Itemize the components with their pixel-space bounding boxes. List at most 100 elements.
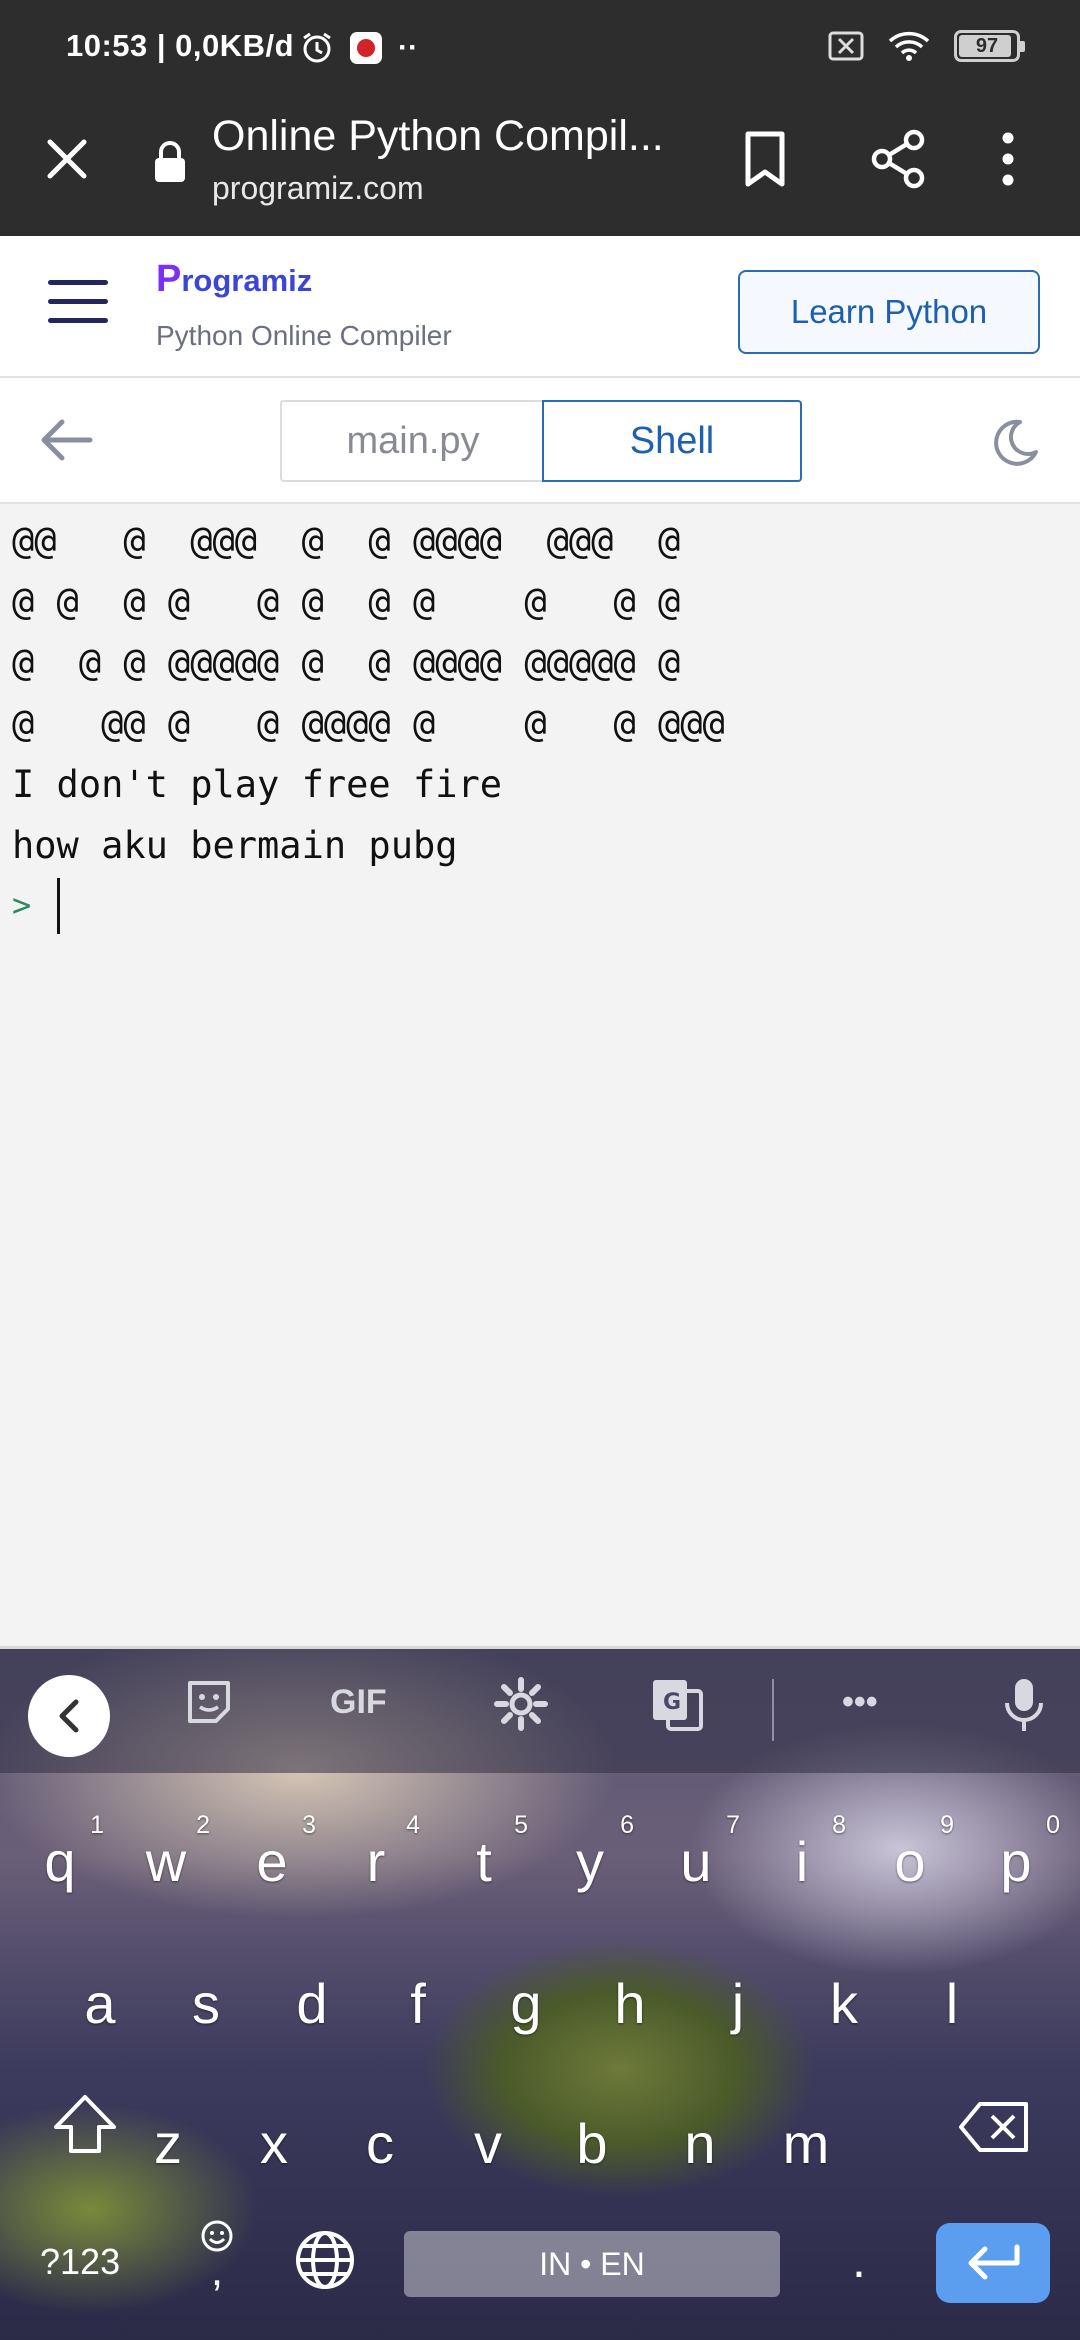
key-label: w [145, 1830, 187, 1893]
key-label: e [256, 1830, 288, 1893]
key-b[interactable]: b [542, 2111, 642, 2176]
key-s[interactable]: s [156, 1971, 256, 2036]
key-label: q [44, 1830, 76, 1893]
period-key[interactable]: . [852, 2231, 866, 2289]
settings-gear-icon[interactable] [494, 1677, 548, 1731]
key-number-hint: 3 [302, 1811, 316, 1839]
svg-text:G: G [663, 1690, 681, 1715]
backspace-icon[interactable] [958, 2101, 1030, 2153]
site-subtitle: Python Online Compiler [156, 320, 452, 351]
no-sim-icon [828, 31, 864, 61]
key-y[interactable]: y6 [540, 1811, 640, 1894]
shift-icon[interactable] [52, 2093, 118, 2155]
key-d[interactable]: d [262, 1971, 362, 2036]
key-number-hint: 5 [514, 1811, 528, 1839]
key-j[interactable]: j [688, 1971, 788, 2036]
key-t[interactable]: t5 [434, 1811, 534, 1894]
logo-text: rogramiz [181, 263, 313, 298]
key-number-hint: 9 [940, 1811, 954, 1839]
key-g[interactable]: g [476, 1971, 576, 2036]
key-number-hint: 8 [832, 1811, 846, 1839]
share-icon[interactable] [870, 128, 928, 190]
keyboard-toolbar: GIF G ••• [0, 1649, 1080, 1773]
back-arrow-icon[interactable] [36, 414, 94, 466]
key-l[interactable]: l [902, 1971, 1002, 2036]
console-output-line: @ @ @ @ @ @ @ @ @ @ @ [12, 580, 681, 623]
more-notifications-icon: ·· [398, 31, 418, 64]
language-globe-icon[interactable] [294, 2229, 356, 2291]
key-number-hint: 1 [90, 1811, 104, 1839]
text-cursor [57, 878, 60, 934]
comma-emoji-key[interactable]: , [200, 2219, 234, 2295]
app-notification-icon [350, 32, 382, 64]
gif-button[interactable]: GIF [330, 1683, 387, 1722]
dark-mode-icon[interactable] [990, 418, 1040, 468]
shell-prompt: > [12, 886, 32, 924]
learn-python-button[interactable]: Learn Python [738, 270, 1040, 354]
symbols-key[interactable]: ?123 [40, 2241, 120, 2283]
bookmark-icon[interactable] [742, 130, 788, 188]
translate-icon[interactable]: G [650, 1677, 704, 1731]
tab-shell[interactable]: Shell [542, 400, 802, 482]
microphone-icon[interactable] [1004, 1677, 1044, 1733]
key-label: p [1000, 1830, 1032, 1893]
wifi-icon [888, 31, 930, 61]
key-n[interactable]: n [650, 2111, 750, 2176]
key-f[interactable]: f [368, 1971, 468, 2036]
console-output-line: @ @@ @ @ @@@@ @ @ @ @@@ [12, 702, 725, 745]
console-output-line: I don't play free fire [12, 763, 503, 806]
status-bar: 10:53 | 0,0KB/d ·· 97 [0, 0, 1080, 100]
tab-main-py[interactable]: main.py [280, 400, 544, 482]
page-url[interactable]: programiz.com [212, 170, 424, 207]
soft-keyboard: GIF G ••• q1w2e3r4t5y6u7i8o9p0 asdfghjkl… [0, 1646, 1080, 2340]
more-options-icon[interactable] [1000, 130, 1016, 188]
status-time: 10:53 | 0,0KB/d [66, 28, 295, 63]
comma-label: , [210, 2246, 224, 2295]
more-tools-button[interactable]: ••• [842, 1683, 878, 1722]
lock-icon [155, 141, 185, 182]
key-u[interactable]: u7 [646, 1811, 746, 1894]
console-output-line: @@ @ @@@ @ @ @@@@ @@@ @ [12, 519, 681, 562]
logo-mark: P [156, 258, 182, 300]
key-i[interactable]: i8 [752, 1811, 852, 1894]
space-bar[interactable]: IN • EN [404, 2231, 780, 2297]
keyboard-collapse-button[interactable] [28, 1675, 110, 1757]
key-z[interactable]: z [118, 2111, 218, 2176]
key-o[interactable]: o9 [860, 1811, 960, 1894]
enter-key[interactable] [936, 2223, 1050, 2303]
key-w[interactable]: w2 [116, 1811, 216, 1894]
key-label: o [894, 1830, 926, 1893]
key-label: t [476, 1830, 492, 1893]
shell-console[interactable]: @@ @ @@@ @ @ @@@@ @@@ @ @ @ @ @ @ @ @ @ … [0, 504, 1080, 1646]
enter-icon [968, 2244, 1020, 2280]
key-c[interactable]: c [330, 2111, 430, 2176]
sticker-icon[interactable] [184, 1677, 234, 1727]
close-icon[interactable] [40, 132, 94, 186]
key-h[interactable]: h [580, 1971, 680, 2036]
browser-toolbar: Online Python Compil... programiz.com [0, 100, 1080, 236]
key-x[interactable]: x [224, 2111, 324, 2176]
chevron-left-icon [59, 1699, 79, 1733]
editor-toolbar: main.py Shell [0, 378, 1080, 504]
key-number-hint: 7 [726, 1811, 740, 1839]
key-e[interactable]: e3 [222, 1811, 322, 1894]
page-title: Online Python Compil... [212, 112, 664, 160]
key-p[interactable]: p0 [966, 1811, 1066, 1894]
key-number-hint: 0 [1046, 1811, 1060, 1839]
battery-level: 97 [975, 34, 999, 57]
key-label: u [680, 1830, 712, 1893]
toolbar-divider [772, 1679, 774, 1741]
menu-icon[interactable] [48, 280, 108, 332]
key-r[interactable]: r4 [326, 1811, 426, 1894]
status-icons-right: 97 [828, 30, 1025, 62]
key-q[interactable]: q1 [10, 1811, 110, 1894]
key-v[interactable]: v [438, 2111, 538, 2176]
key-number-hint: 6 [620, 1811, 634, 1839]
key-m[interactable]: m [756, 2111, 856, 2176]
key-k[interactable]: k [794, 1971, 894, 2036]
key-a[interactable]: a [50, 1971, 150, 2036]
programiz-logo[interactable]: Programiz [156, 258, 312, 301]
key-label: i [795, 1830, 809, 1893]
console-output-line: @ @ @ @@@@@ @ @ @@@@ @@@@@ @ [12, 641, 681, 684]
battery-icon: 97 [954, 30, 1025, 62]
